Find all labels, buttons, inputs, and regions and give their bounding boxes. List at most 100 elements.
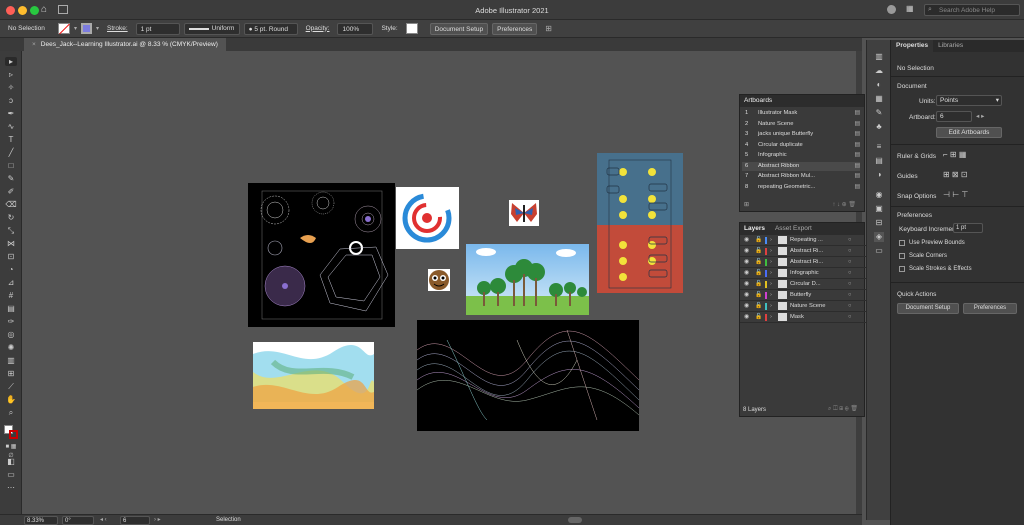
opacity-label[interactable]: Opacity: bbox=[302, 23, 334, 35]
artboard-mask-face[interactable] bbox=[428, 269, 450, 291]
artboard-prev-next-icon[interactable]: ◂ ▸ bbox=[976, 112, 984, 120]
type-tool-icon[interactable]: T bbox=[5, 135, 17, 144]
scale-strokes-row[interactable]: Scale Strokes & Effects bbox=[899, 266, 972, 272]
lock-icon[interactable]: 🔓 bbox=[755, 268, 762, 279]
artboard-options-icon[interactable]: ▤ bbox=[855, 172, 860, 181]
artboard-options-icon[interactable]: ▤ bbox=[855, 183, 860, 192]
artboard-list-item[interactable]: 8 repeating Geometric... ▤ bbox=[742, 183, 860, 192]
color-guide-icon[interactable]: ▥ bbox=[874, 52, 884, 62]
stroke-swatch[interactable] bbox=[81, 23, 93, 34]
curvature-tool-icon[interactable]: ∿ bbox=[5, 122, 17, 131]
artboard-list-item[interactable]: 1 Illustrator Mask ▤ bbox=[742, 109, 860, 118]
tab-properties[interactable]: Properties bbox=[891, 40, 934, 52]
eye-icon[interactable]: ◉ bbox=[744, 301, 749, 312]
horizontal-scroll-thumb[interactable] bbox=[568, 517, 582, 523]
cc-libraries-icon[interactable]: ☁ bbox=[874, 66, 884, 76]
zoom-tool-icon[interactable]: ⌕ bbox=[5, 408, 17, 417]
symbol-sprayer-tool-icon[interactable]: ✺ bbox=[5, 343, 17, 352]
align-icon[interactable]: ⊞ bbox=[545, 24, 552, 33]
shape-builder-tool-icon[interactable]: ◔ bbox=[5, 265, 17, 274]
lock-icon[interactable]: 🔓 bbox=[755, 235, 762, 246]
artboard-list-item[interactable]: 4 Circular duplicate ▤ bbox=[742, 141, 860, 150]
perspective-grid-tool-icon[interactable]: ⊿ bbox=[5, 278, 17, 287]
eyedropper-tool-icon[interactable]: ✑ bbox=[5, 317, 17, 326]
eye-icon[interactable]: ◉ bbox=[744, 290, 749, 301]
artboard-nav-field[interactable]: 6 bbox=[120, 516, 150, 525]
target-icon[interactable]: ○ bbox=[848, 301, 852, 312]
draw-mode-icon[interactable]: ◧ bbox=[5, 457, 17, 466]
style-swatch[interactable] bbox=[405, 23, 418, 34]
artboards-panel-icon[interactable]: ▭ bbox=[874, 246, 884, 256]
paintbrush-tool-icon[interactable]: ✎ bbox=[5, 174, 17, 183]
edit-artboards-button[interactable]: Edit Artboards bbox=[936, 127, 1002, 138]
lock-icon[interactable]: 🔓 bbox=[755, 246, 762, 257]
target-icon[interactable]: ○ bbox=[848, 235, 852, 246]
gradient-tool-icon[interactable]: ▤ bbox=[5, 304, 17, 313]
artboard-circular-duplicate[interactable] bbox=[396, 187, 459, 249]
layers-panel-icon[interactable]: ◈ bbox=[874, 232, 884, 242]
scale-tool-icon[interactable]: ⤡ bbox=[5, 226, 17, 235]
magic-wand-tool-icon[interactable]: ✧ bbox=[5, 83, 17, 92]
stroke-dropdown-icon[interactable]: ▾ bbox=[96, 25, 99, 32]
stroke-color-icon[interactable] bbox=[9, 430, 18, 439]
lock-icon[interactable]: 🔓 bbox=[755, 301, 762, 312]
stroke-label[interactable]: Stroke: bbox=[103, 23, 132, 35]
tab-asset-export[interactable]: Asset Export bbox=[775, 223, 812, 235]
color-mode-icon[interactable]: ■ ▦ ∅ bbox=[5, 443, 17, 459]
artboard-options-icon[interactable]: ▤ bbox=[855, 120, 860, 129]
account-icon[interactable] bbox=[887, 5, 896, 14]
selection-tool-icon[interactable]: ▸ bbox=[5, 57, 17, 66]
fill-swatch[interactable] bbox=[58, 23, 70, 35]
hand-tool-icon[interactable]: ✋ bbox=[5, 395, 17, 404]
guides-icons[interactable]: ⊞ ⊠ ⊡ bbox=[943, 170, 968, 179]
eraser-tool-icon[interactable]: ⌫ bbox=[5, 200, 17, 209]
zoom-field[interactable]: 8.33% bbox=[24, 516, 58, 525]
fill-dropdown-icon[interactable]: ▾ bbox=[74, 25, 77, 32]
layer-row[interactable]: ◉ 🔓 › Nature Scene ○ bbox=[740, 301, 866, 312]
chevron-right-icon[interactable]: › bbox=[770, 246, 772, 257]
document-tab[interactable]: × Dees_Jack--Learning Illustrator.ai @ 8.… bbox=[24, 38, 226, 51]
lock-icon[interactable]: 🔓 bbox=[755, 257, 762, 268]
eye-icon[interactable]: ◉ bbox=[744, 268, 749, 279]
preferences-quick-button[interactable]: Preferences bbox=[963, 303, 1017, 314]
target-icon[interactable]: ○ bbox=[848, 290, 852, 301]
artboard-list-item[interactable]: 5 Infographic ▤ bbox=[742, 151, 860, 160]
artboard-abstract-ribbon[interactable] bbox=[253, 342, 374, 409]
artboard-nav-next-icon[interactable]: › ▸ bbox=[154, 516, 161, 523]
swatches-icon[interactable]: ▦ bbox=[874, 94, 884, 104]
stroke-profile-dropdown[interactable]: Uniform bbox=[183, 22, 240, 35]
brush-dropdown[interactable]: ● 5 pt. Round bbox=[243, 22, 298, 35]
artboard-panel-actions-icon[interactable]: ↑ ↓ ⊕ 🗑 bbox=[832, 201, 856, 208]
preferences-button[interactable]: Preferences bbox=[492, 22, 538, 35]
help-search-box[interactable]: ⌕ Search Adobe Help bbox=[924, 4, 1020, 16]
target-icon[interactable]: ○ bbox=[848, 257, 852, 268]
snap-icons[interactable]: ⊣ ⊢ ⊤ bbox=[943, 190, 968, 199]
blend-tool-icon[interactable]: ◎ bbox=[5, 330, 17, 339]
graphic-styles-icon[interactable]: ▣ bbox=[874, 204, 884, 214]
artboard-list-item[interactable]: 3 jacks unique Butterfly ▤ bbox=[742, 130, 860, 139]
pen-tool-icon[interactable]: ✒ bbox=[5, 109, 17, 118]
artboard-options-icon[interactable]: ▤ bbox=[855, 109, 860, 118]
chevron-right-icon[interactable]: › bbox=[770, 301, 772, 312]
document-setup-button[interactable]: Document Setup bbox=[429, 22, 489, 35]
rectangle-tool-icon[interactable]: □ bbox=[5, 161, 17, 170]
layer-row[interactable]: ◉ 🔓 › Infographic ○ bbox=[740, 268, 866, 279]
align-panel-icon[interactable]: ⊟ bbox=[874, 218, 884, 228]
target-icon[interactable]: ○ bbox=[848, 246, 852, 257]
rotation-field[interactable]: 0° bbox=[62, 516, 94, 525]
ruler-grid-icons[interactable]: ⌐ ⊞ ▦ bbox=[943, 150, 966, 159]
scale-strokes-checkbox[interactable] bbox=[899, 266, 905, 272]
document-setup-quick-button[interactable]: Document Setup bbox=[897, 303, 959, 314]
artboard-number-field[interactable]: 6 bbox=[936, 111, 972, 122]
gradient-panel-icon[interactable]: ▤ bbox=[874, 156, 884, 166]
artboard-options-icon[interactable]: ▤ bbox=[855, 151, 860, 160]
column-graph-tool-icon[interactable]: ▥ bbox=[5, 356, 17, 365]
target-icon[interactable]: ○ bbox=[848, 268, 852, 279]
target-icon[interactable]: ○ bbox=[848, 312, 852, 323]
lasso-tool-icon[interactable]: ↄ bbox=[5, 96, 17, 105]
arrange-documents-icon[interactable]: ▦ bbox=[906, 4, 914, 13]
artboard-nature-scene[interactable] bbox=[466, 244, 589, 315]
eye-icon[interactable]: ◉ bbox=[744, 279, 749, 290]
brushes-icon[interactable]: ✎ bbox=[874, 108, 884, 118]
color-icon[interactable]: ◐ bbox=[874, 80, 884, 90]
